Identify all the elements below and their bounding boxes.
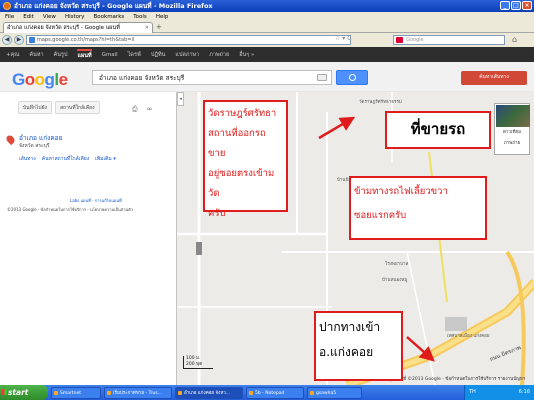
nearby-button[interactable]: สถานที่ใกล้เคียง	[54, 101, 100, 114]
link-icon[interactable]: ∞	[147, 105, 153, 114]
tab-close-icon[interactable]: ✕	[145, 25, 149, 31]
browser-tab[interactable]: อำเภอ แก่งคอย จังหวัด สระบุรี - Google แ…	[3, 22, 153, 33]
gbar-search[interactable]: ค้นหา	[29, 51, 43, 59]
gbar-images[interactable]: ค้นรูป	[54, 51, 68, 59]
gbar-translate[interactable]: แปลภาษา	[175, 51, 199, 59]
more-link[interactable]: เพิ่มเติม ▾	[95, 155, 116, 163]
url-bar[interactable]: maps.google.co.th/maps?hl=th&tab=il	[26, 35, 351, 45]
place-marker-icon	[4, 133, 17, 146]
forward-button[interactable]: ▶	[14, 35, 24, 45]
gbar-calendar[interactable]: ปฏิทิน	[151, 51, 166, 59]
directions-button[interactable]: ค้นหาเส้นทาง	[461, 71, 527, 85]
annotation-car-lot: ที่ขายรถ	[385, 111, 491, 149]
place-links: เส้นทาง ค้นหาสถานที่ใกล้เคียง เพิ่มเติม …	[19, 155, 116, 163]
search-engine-icon	[396, 37, 403, 43]
window-title: อำเภอ แก่งคอย จังหวัด สระบุรี - Google แ…	[14, 2, 213, 10]
google-logo[interactable]: Google	[12, 70, 68, 90]
annotation-railway-turn: ข้ามทางรถไฟเลี้ยวขวา ซอยแรกครับ	[349, 176, 487, 240]
maps-search-value: อำเภอ แก่งคอย จังหวัด สระบุรี	[99, 74, 185, 82]
menu-view[interactable]: View	[43, 14, 56, 20]
maximize-button[interactable]: □	[511, 1, 521, 10]
nav-bar: ◀ ▶ maps.google.co.th/maps?hl=th&tab=il …	[0, 33, 534, 47]
ann3-line2: ซอยแรกครับ	[354, 210, 407, 221]
site-icon	[29, 37, 35, 43]
gbar-maps[interactable]: แผนที่	[77, 49, 92, 60]
ann4-line1: ปากทางเข้า	[319, 320, 381, 334]
panel-icons: ⎙ ∞	[132, 105, 152, 114]
gbar-gmail[interactable]: Gmail	[102, 52, 118, 58]
language-indicator[interactable]: TH	[469, 389, 476, 395]
directions-link[interactable]: เส้นทาง	[19, 155, 36, 163]
tab-label: อำเภอ แก่งคอย จังหวัด สระบุรี - Google แ…	[7, 25, 120, 31]
search-button[interactable]	[336, 70, 368, 85]
search-placeholder: Google	[406, 37, 424, 43]
save-to-button[interactable]: บันทึกไปยัง	[18, 101, 52, 114]
gbar-photos[interactable]: ภาพถ่าย	[209, 51, 229, 59]
taskbar-item-smartnet[interactable]: Smartnet	[51, 386, 101, 399]
ann3-line1: ข้ามทางรถไฟเลี้ยวขวา	[354, 186, 448, 197]
maps-search-input[interactable]: อำเภอ แก่งคอย จังหวัด สระบุรี	[92, 70, 332, 85]
start-button[interactable]: start	[0, 385, 48, 400]
menu-bar: File Edit View History Bookmarks Tools H…	[0, 12, 534, 21]
url-text: maps.google.co.th/maps?hl=th&tab=il	[37, 37, 135, 43]
google-header: Google อำเภอ แก่งคอย จังหวัด สระบุรี ค้น…	[0, 62, 534, 92]
menu-help[interactable]: Help	[156, 14, 169, 20]
taskbar-item-notepad[interactable]: 5b - Notepad	[246, 386, 304, 399]
search-nearby-link[interactable]: ค้นหาสถานที่ใกล้เคียง	[42, 155, 89, 163]
bookmark-star-icon[interactable]: ☆ ▾ C	[335, 35, 351, 42]
gbar-more[interactable]: อื่นๆ »	[239, 51, 254, 59]
gbar-drive[interactable]: ไดรฟ์	[128, 51, 141, 59]
panel-button-row: บันทึกไปยัง สถานที่ใกล้เคียง	[18, 101, 100, 114]
menu-file[interactable]: File	[5, 14, 14, 20]
window-titlebar: อำเภอ แก่งคอย จังหวัด สระบุรี - Google แ…	[0, 0, 534, 12]
clock[interactable]: 6:16	[519, 385, 530, 400]
minimize-button[interactable]: _	[500, 1, 510, 10]
annotation-entrance: ปากทางเข้า อ.แก่งคอย	[314, 311, 403, 381]
ann1-line1: วัดราษฎร์ศรัทธา	[208, 108, 277, 119]
left-panel: บันทึกไปยัง สถานที่ใกล้เคียง ⎙ ∞ อำเภอ แ…	[0, 92, 176, 385]
tab-bar: อำเภอ แก่งคอย จังหวัด สระบุรี - Google แ…	[0, 21, 534, 33]
panel-footer: ©2013 Google - ข้อกำหนดในการใช้บริการ - …	[7, 207, 134, 212]
ann1-line4: ครับ	[208, 208, 226, 219]
ann1-line3: อยู่ซอยตรงเข้ามวัด	[208, 168, 275, 199]
ann4-line2: อ.แก่งคอย	[319, 345, 374, 359]
taskbar-item-ad[interactable]: เริ่มประกาศขาย - Trus...	[104, 386, 172, 399]
firefox-icon	[3, 2, 11, 10]
menu-bookmarks[interactable]: Bookmarks	[94, 14, 125, 20]
labs-link[interactable]: Labs แผนที่ - การแก้ไขแผนที่	[70, 197, 122, 204]
ann1-line2: สถานที่ออกรถขาย	[208, 128, 266, 159]
taskbar: start Smartnet เริ่มประกาศขาย - Trus... …	[0, 385, 534, 400]
gbar-plus-you[interactable]: +คุณ	[6, 51, 19, 59]
menu-edit[interactable]: Edit	[23, 14, 34, 20]
taskbar-item-maps[interactable]: อำเภอ แก่งคอย จังหว...	[175, 386, 243, 399]
google-bar: +คุณ ค้นหา ค้นรูป แผนที่ Gmail ไดรฟ์ ปฏิ…	[0, 47, 534, 62]
menu-history[interactable]: History	[65, 14, 85, 20]
map-canvas[interactable]: ◂ วัดราษฎร์ศรัทธาธรรม บ้านป้อมแก้ว โรงพย…	[176, 92, 534, 385]
window-controls: _ □ ×	[500, 1, 532, 10]
place-subtitle: จังหวัด สระบุรี	[19, 143, 50, 149]
browser-search-input[interactable]: Google	[393, 35, 505, 45]
home-icon[interactable]: ⌂	[512, 35, 517, 44]
print-icon[interactable]: ⎙	[132, 105, 138, 114]
taskbar-item-folder[interactable]: gsawha5	[307, 386, 362, 399]
annotation-wat-location: วัดราษฎร์ศรัทธา สถานที่ออกรถขาย อยู่ซอยต…	[203, 100, 288, 219]
keyboard-icon[interactable]	[317, 74, 327, 81]
menu-tools[interactable]: Tools	[133, 14, 147, 20]
new-tab-icon[interactable]: +	[156, 23, 162, 31]
close-button[interactable]: ×	[522, 1, 532, 10]
back-button[interactable]: ◀	[2, 35, 12, 45]
system-tray: TH 6:16	[464, 385, 534, 400]
